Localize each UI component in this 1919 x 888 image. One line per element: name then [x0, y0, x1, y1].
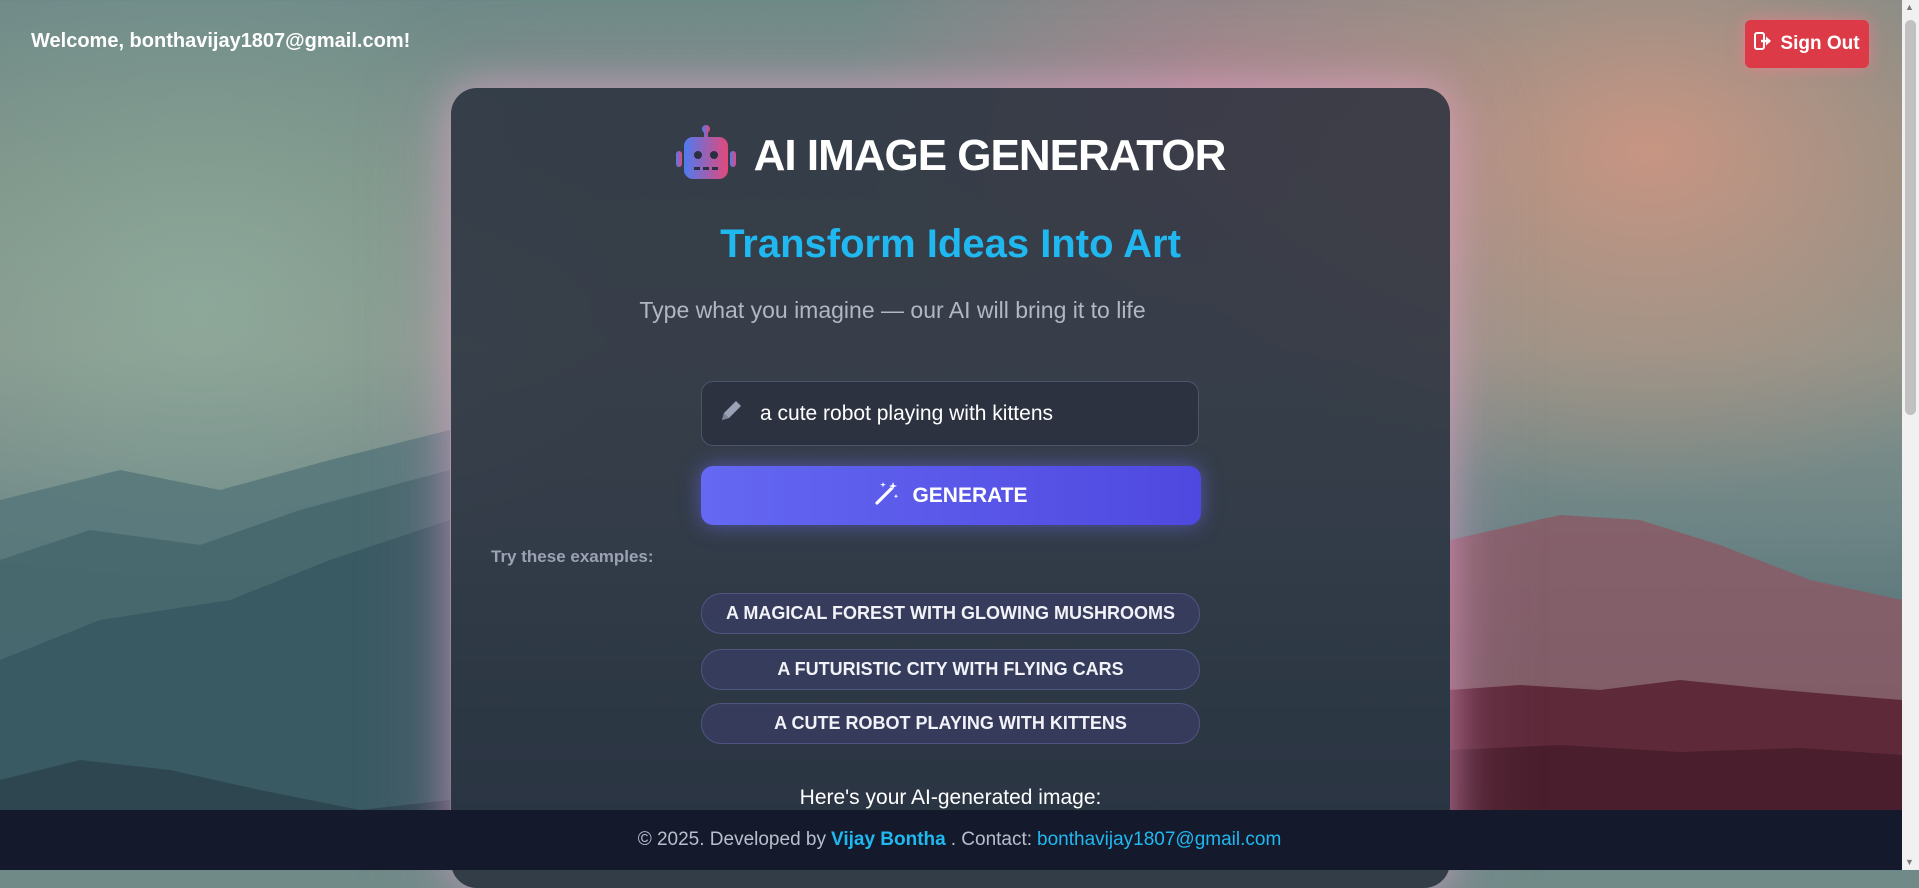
- footer-email-link[interactable]: bonthavijay1807@gmail.com: [1037, 829, 1281, 851]
- result-label: Here's your AI-generated image:: [799, 786, 1102, 809]
- example-chip-cute-robot[interactable]: A CUTE ROBOT PLAYING WITH KITTENS: [701, 703, 1200, 744]
- footer-author-link[interactable]: Vijay Bontha: [831, 829, 946, 851]
- footer: © 2025. Developed by Vijay Bontha . Cont…: [0, 810, 1919, 870]
- generate-label: GENERATE: [912, 483, 1028, 507]
- robot-icon: [674, 125, 738, 186]
- example-chip-magical-forest[interactable]: A MAGICAL FOREST WITH GLOWING MUSHROOMS: [701, 593, 1200, 634]
- app-title: AI IMAGE GENERATOR: [753, 130, 1227, 180]
- scrollbar-thumb[interactable]: [1905, 20, 1916, 415]
- prompt-field[interactable]: [701, 381, 1199, 446]
- sign-out-button[interactable]: Sign Out: [1745, 20, 1869, 68]
- headline: Transform Ideas Into Art: [720, 222, 1181, 266]
- pencil-icon: [718, 398, 744, 429]
- app-logo: AI IMAGE GENERATOR: [0, 125, 1909, 186]
- subheadline: Type what you imagine — our AI will brin…: [639, 297, 1146, 323]
- scroll-down-icon[interactable]: ▼: [1905, 857, 1914, 867]
- prompt-input[interactable]: [758, 400, 1182, 427]
- generate-button[interactable]: GENERATE: [701, 466, 1201, 525]
- footer-contact-label: . Contact:: [950, 829, 1033, 850]
- footer-copyright: © 2025. Developed by: [637, 829, 826, 850]
- magic-wand-icon: [874, 480, 900, 512]
- examples-label: Try these examples:: [491, 547, 654, 566]
- scroll-up-icon[interactable]: ▲: [1905, 2, 1914, 12]
- welcome-text: Welcome, bonthavijay1807@gmail.com!: [31, 30, 411, 52]
- sign-out-label: Sign Out: [1780, 33, 1860, 54]
- example-chip-futuristic-city[interactable]: A FUTURISTIC CITY WITH FLYING CARS: [701, 649, 1200, 690]
- sign-out-icon: [1754, 32, 1774, 56]
